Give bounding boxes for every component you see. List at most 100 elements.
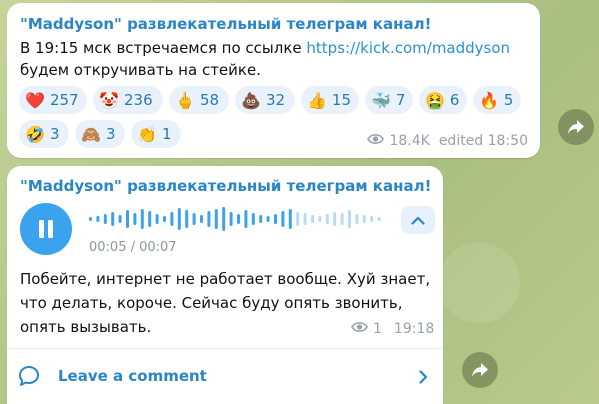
waveform-bar xyxy=(303,213,307,225)
reaction-thumbs-up[interactable]: 👍 15 xyxy=(301,86,359,114)
poop-icon: 💩 xyxy=(241,90,261,110)
waveform-bar xyxy=(185,210,189,228)
waveform-bar xyxy=(111,212,115,226)
reaction-count: 6 xyxy=(449,91,460,109)
waveform-bar xyxy=(362,215,366,223)
comment-bubble-icon xyxy=(19,366,39,386)
transcript-line: что делать, короче. Сейчас буду опять зв… xyxy=(20,294,403,312)
reaction-count: 3 xyxy=(50,125,60,143)
waveform-bar xyxy=(288,209,292,229)
waveform-bar xyxy=(318,216,322,222)
stream-link[interactable]: https://kick.com/maddyson xyxy=(306,39,510,57)
message-meta: 1 19:18 xyxy=(351,321,434,337)
transcript-line: опять вызывать. xyxy=(20,318,152,336)
reaction-rofl[interactable]: 🤣 3 xyxy=(19,120,69,148)
eye-icon xyxy=(351,321,368,337)
rofl-icon: 🤣 xyxy=(25,124,45,144)
channel-title[interactable]: "Maddyson" развлекательный телеграм кана… xyxy=(20,15,431,33)
waveform-bar xyxy=(311,215,314,223)
waveform-bar xyxy=(274,214,277,224)
reaction-count: 58 xyxy=(200,91,220,109)
reaction-fire[interactable]: 🔥 5 xyxy=(473,86,521,114)
waveform-bar xyxy=(155,214,159,224)
waveform-bar xyxy=(222,207,226,231)
channel-title[interactable]: "Maddyson" развлекательный телеграм кана… xyxy=(20,177,431,195)
edited-time: edited 18:50 xyxy=(438,133,528,149)
waveform-bar xyxy=(148,211,152,227)
message-text-line1-prefix: В 19:15 мск встречаемся по ссылке xyxy=(20,39,307,57)
waveform-bar xyxy=(296,212,300,226)
clap-icon: 👏 xyxy=(137,124,157,144)
waveform-bar xyxy=(126,210,129,228)
waveform-bar xyxy=(229,212,233,226)
reaction-poop[interactable]: 💩 32 xyxy=(235,86,295,114)
chevron-up-icon xyxy=(411,216,425,225)
waveform-bar xyxy=(333,212,337,226)
pause-button[interactable] xyxy=(20,203,72,255)
waveform-bar xyxy=(237,214,240,224)
reaction-count: 15 xyxy=(331,91,352,109)
reaction-count: 5 xyxy=(503,91,514,109)
message-bubble-2[interactable]: "Maddyson" развлекательный телеграм кана… xyxy=(7,166,443,404)
waveform-bar xyxy=(251,213,255,225)
message-text: В 19:15 мск встречаемся по ссылке https:… xyxy=(20,37,510,81)
clown-icon: 🤡 xyxy=(99,90,119,110)
waveform-bar xyxy=(281,211,285,227)
waveform-bar xyxy=(170,212,174,226)
message-meta: 18.4K edited 18:50 xyxy=(367,133,528,149)
share-button[interactable] xyxy=(462,352,498,388)
waveform-bar xyxy=(103,214,107,224)
see-no-evil-icon: 🙈 xyxy=(81,124,101,144)
waveform-bar xyxy=(259,215,263,223)
reaction-clap[interactable]: 👏 1 xyxy=(131,120,181,148)
message-bubble-1[interactable]: "Maddyson" развлекательный телеграм кана… xyxy=(7,3,540,158)
leave-comment-button[interactable]: Leave a comment xyxy=(7,349,443,404)
view-count: 18.4K xyxy=(389,133,430,149)
reaction-clown[interactable]: 🤡 236 xyxy=(93,86,163,114)
share-arrow-icon xyxy=(472,363,488,377)
middle-finger-icon: 🖕 xyxy=(175,90,195,110)
collapse-transcript-button[interactable] xyxy=(401,206,435,234)
waveform-bar xyxy=(348,210,351,228)
leave-comment-label: Leave a comment xyxy=(58,367,207,385)
chevron-right-icon xyxy=(419,370,428,384)
reaction-middle-finger[interactable]: 🖕 58 xyxy=(169,86,229,114)
reaction-vomit[interactable]: 🤮 6 xyxy=(419,86,467,114)
waveform-bar xyxy=(325,214,329,224)
vomit-icon: 🤮 xyxy=(425,90,445,110)
waveform-bar xyxy=(340,213,344,225)
waveform-bar xyxy=(370,216,374,222)
pause-icon xyxy=(39,220,53,238)
waveform-bar xyxy=(118,215,122,223)
waveform-bar xyxy=(377,217,381,221)
reaction-count: 1 xyxy=(162,125,172,143)
waveform-bar xyxy=(266,216,270,222)
reaction-count: 3 xyxy=(106,125,116,143)
waveform-bar xyxy=(96,216,100,222)
eye-icon xyxy=(367,133,385,149)
voice-waveform[interactable] xyxy=(89,204,389,234)
share-button[interactable] xyxy=(558,109,594,145)
reaction-whale[interactable]: 🐳 7 xyxy=(365,86,413,114)
reaction-count: 257 xyxy=(50,91,79,109)
reaction-count: 236 xyxy=(124,91,153,109)
waveform-bar xyxy=(200,215,203,223)
waveform-bar xyxy=(244,210,248,228)
waveform-bar xyxy=(207,211,211,227)
fire-icon: 🔥 xyxy=(479,90,499,110)
heart-icon: ❤️ xyxy=(25,90,45,110)
view-count: 1 xyxy=(373,321,382,337)
reaction-count: 7 xyxy=(395,91,406,109)
whale-icon: 🐳 xyxy=(371,90,391,110)
waveform-bar xyxy=(192,213,196,225)
reaction-heart[interactable]: ❤️ 257 xyxy=(19,86,87,114)
waveform-bar xyxy=(89,217,92,221)
reaction-count: 32 xyxy=(266,91,286,109)
reaction-see-no-evil[interactable]: 🙈 3 xyxy=(75,120,125,148)
waveform-bar xyxy=(133,213,137,225)
message-time: 19:18 xyxy=(393,321,435,337)
share-arrow-icon xyxy=(568,120,584,134)
thumbs-up-icon: 👍 xyxy=(307,90,327,110)
voice-duration: 00:05 / 00:07 xyxy=(89,240,177,255)
waveform-bar xyxy=(140,209,144,229)
